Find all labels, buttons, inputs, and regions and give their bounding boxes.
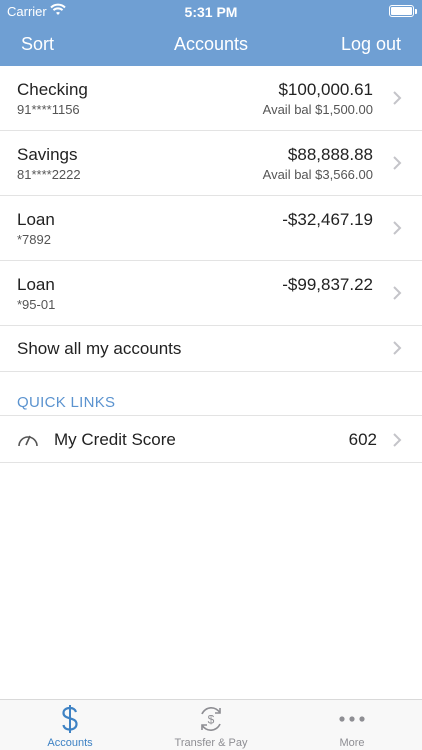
credit-score-value: 602 — [348, 430, 377, 449]
transfer-icon: $ — [201, 707, 221, 731]
chevron-right-icon — [393, 156, 402, 170]
quick-links-heading: QUICK LINKS — [17, 394, 116, 411]
account-row-checking[interactable]: Checking 91****1156 $100,000.61 Avail ba… — [0, 66, 422, 131]
account-name: Loan — [17, 210, 55, 229]
chevron-right-icon — [393, 433, 402, 447]
chevron-right-icon — [393, 221, 402, 235]
account-balance: -$32,467.19 — [282, 210, 373, 229]
account-number: *95-01 — [17, 297, 56, 312]
show-all-label: Show all my accounts — [17, 339, 182, 358]
credit-score-row[interactable]: My Credit Score 602 — [0, 415, 422, 463]
available-balance: Avail bal $1,500.00 — [262, 102, 373, 117]
status-bar: Carrier 5:31 PM — [0, 0, 422, 22]
account-balance: $88,888.88 — [287, 145, 373, 164]
tab-bar: Accounts $ Transfer & Pay More — [0, 699, 422, 750]
account-row-loan[interactable]: Loan *95-01 -$99,837.22 — [0, 261, 422, 326]
logout-button[interactable]: Log out — [341, 34, 401, 55]
chevron-right-icon — [393, 286, 402, 300]
navigation-bar: Sort Accounts Log out — [0, 22, 422, 66]
tab-label: More — [339, 737, 365, 749]
chevron-right-icon — [393, 91, 402, 105]
tab-transfer-pay[interactable]: $ Transfer & Pay — [141, 700, 281, 750]
show-all-accounts-row[interactable]: Show all my accounts — [0, 325, 422, 372]
more-icon — [339, 716, 365, 722]
header: Carrier 5:31 PM Sort Accounts Log out — [0, 0, 422, 66]
svg-text:$: $ — [208, 713, 215, 727]
tab-label: Transfer & Pay — [174, 737, 248, 749]
account-number: 91****1156 — [17, 102, 80, 117]
tab-more[interactable]: More — [282, 700, 422, 750]
available-balance: Avail bal $3,566.00 — [262, 167, 373, 182]
account-balance: $100,000.61 — [278, 80, 373, 99]
account-number: 81****2222 — [17, 167, 81, 182]
account-row-savings[interactable]: Savings 81****2222 $88,888.88 Avail bal … — [0, 131, 422, 196]
chevron-right-icon — [393, 341, 402, 355]
account-balance: -$99,837.22 — [282, 275, 373, 294]
clock: 5:31 PM — [184, 4, 238, 20]
battery-icon — [389, 5, 417, 17]
gauge-icon — [18, 435, 38, 447]
account-name: Loan — [17, 275, 55, 294]
account-name: Savings — [17, 145, 78, 164]
tab-label: Accounts — [47, 737, 93, 749]
account-number: *7892 — [17, 232, 51, 247]
account-row-loan[interactable]: Loan *7892 -$32,467.19 — [0, 196, 422, 261]
tab-accounts[interactable]: Accounts — [0, 700, 140, 750]
dollar-icon — [62, 705, 78, 733]
credit-score-label: My Credit Score — [54, 430, 176, 449]
account-name: Checking — [17, 80, 88, 99]
